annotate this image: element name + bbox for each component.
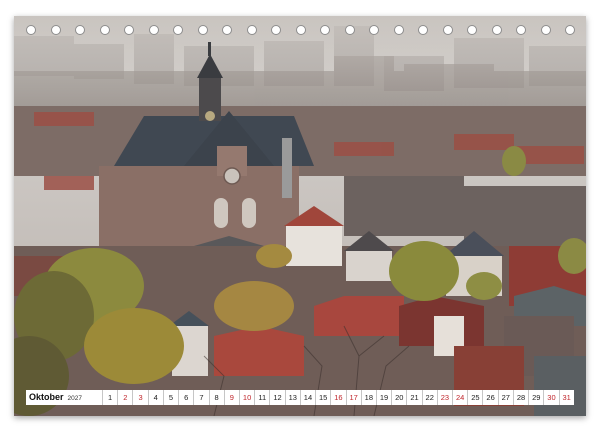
day-cell: 5	[162, 390, 178, 405]
binding-ring	[75, 25, 85, 35]
day-cell: 18	[360, 390, 376, 405]
day-cell: 25	[467, 390, 482, 405]
month-year: 2027	[67, 395, 82, 402]
day-cell: 15	[315, 390, 330, 405]
day-list: 1 2 3 4 5 6 7 8 9 10 11 12 13 14 15 16 17 18 19 20 21 22 23 24 2…	[102, 390, 574, 405]
binding-ring	[246, 25, 257, 35]
binding-ring	[222, 25, 232, 35]
binding-ring	[393, 25, 404, 35]
city-photo	[14, 16, 586, 416]
binding-ring	[295, 25, 306, 35]
day-cell: 26	[482, 390, 497, 405]
day-cell: 19	[375, 390, 391, 405]
day-cell: 3	[132, 390, 147, 405]
binding-ring	[442, 25, 453, 35]
day-cell: 13	[284, 390, 300, 405]
day-cell: 29	[528, 390, 543, 405]
day-cell: 11	[254, 390, 269, 405]
ring-binding	[14, 16, 586, 35]
calendar-page: Oktober 2027 1 2 3 4 5 6 7 8 9 10 11 12 13 14 15 16 17 18…	[14, 16, 586, 416]
day-cell: 20	[391, 390, 406, 405]
day-cell: 10	[238, 390, 254, 405]
binding-ring	[124, 25, 134, 35]
binding-ring	[173, 25, 183, 35]
day-cell: 24	[452, 390, 467, 405]
day-cell: 6	[178, 390, 193, 405]
binding-ring	[320, 25, 330, 35]
binding-ring	[565, 25, 575, 35]
day-cell: 12	[269, 390, 284, 405]
binding-ring	[540, 25, 551, 35]
day-cell: 4	[147, 390, 163, 405]
binding-ring	[26, 25, 36, 35]
day-cell: 27	[497, 390, 513, 405]
day-cell: 17	[345, 390, 361, 405]
binding-ring	[369, 25, 379, 35]
day-cell: 28	[512, 390, 528, 405]
day-cell: 16	[330, 390, 345, 405]
month-name: Oktober	[29, 392, 64, 402]
day-cell: 8	[208, 390, 224, 405]
binding-ring	[148, 25, 159, 35]
binding-ring	[197, 25, 208, 35]
day-cell: 1	[102, 390, 117, 405]
binding-ring	[50, 25, 61, 35]
day-cell: 22	[421, 390, 437, 405]
binding-ring	[516, 25, 526, 35]
binding-ring	[418, 25, 428, 35]
day-cell: 2	[117, 390, 132, 405]
day-cell: 30	[543, 390, 558, 405]
month-label: Oktober 2027	[26, 390, 102, 405]
day-cell: 23	[436, 390, 452, 405]
binding-ring	[271, 25, 281, 35]
binding-ring	[99, 25, 110, 35]
binding-ring	[467, 25, 477, 35]
binding-ring	[344, 25, 355, 35]
day-cell: 9	[223, 390, 239, 405]
day-cell: 31	[558, 390, 574, 405]
day-cell: 14	[299, 390, 315, 405]
day-cell: 7	[193, 390, 208, 405]
binding-ring	[491, 25, 502, 35]
date-strip: Oktober 2027 1 2 3 4 5 6 7 8 9 10 11 12 13 14 15 16 17 18…	[26, 390, 574, 405]
day-cell: 21	[406, 390, 421, 405]
